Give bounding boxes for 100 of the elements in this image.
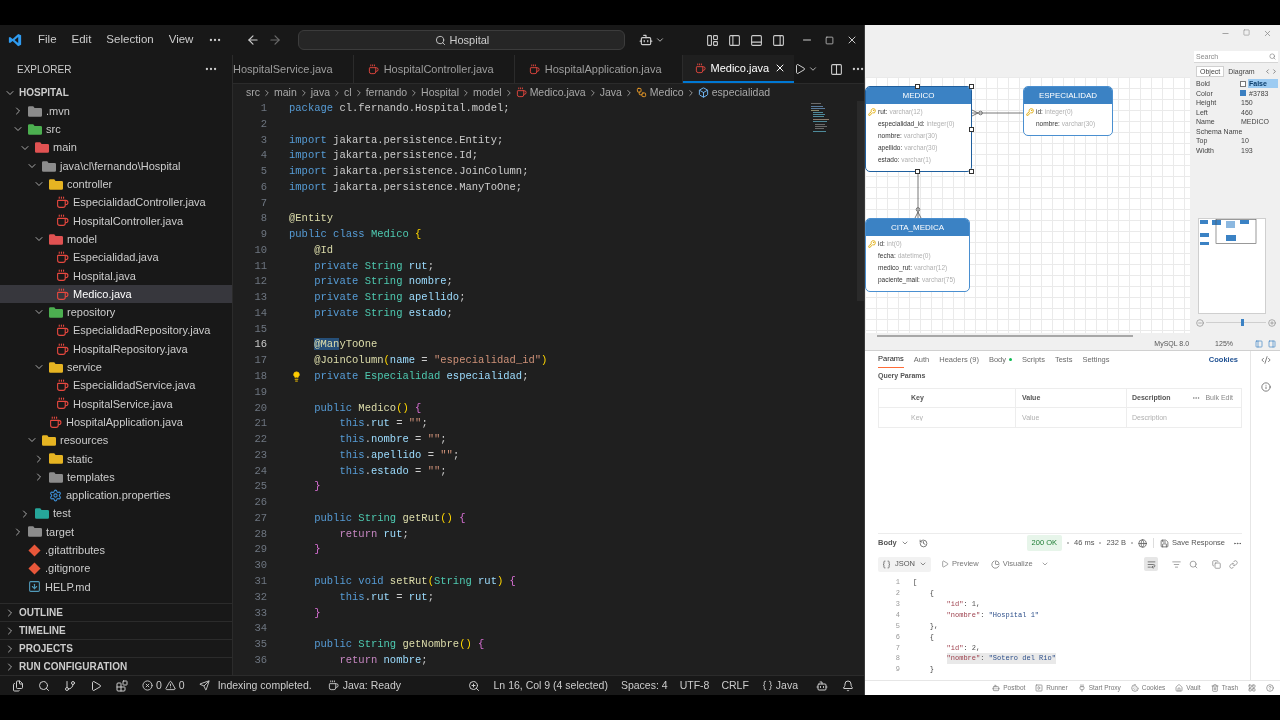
tree-item[interactable]: HospitalApplication.java [0, 413, 232, 432]
zoom-icon[interactable] [467, 679, 480, 692]
lightbulb-icon[interactable] [291, 371, 302, 382]
line-ending-setting[interactable]: CRLF [721, 677, 749, 694]
tree-item[interactable]: .gitattributes [0, 541, 232, 560]
java-status[interactable]: Java: Ready [327, 677, 402, 694]
caret-icon[interactable] [655, 35, 666, 45]
breadcrumb-item[interactable]: model [473, 84, 502, 101]
tree-item[interactable]: HospitalService.java [0, 394, 232, 414]
tree-item[interactable]: target [0, 522, 232, 542]
panel-right-icon[interactable] [772, 33, 785, 47]
encoding-setting[interactable]: UTF-8 [679, 677, 710, 694]
bell-icon[interactable] [842, 679, 854, 692]
section-header[interactable]: OUTLINE [0, 603, 232, 621]
tree-item[interactable]: application.properties [0, 486, 232, 505]
cursor-position[interactable]: Ln 16, Col 9 (4 selected) [493, 677, 608, 694]
play-icon[interactable] [90, 679, 102, 692]
scrollbar-thumb[interactable] [857, 101, 864, 301]
language-mode[interactable]: Java [761, 677, 798, 694]
code-icon[interactable] [1260, 355, 1271, 365]
word-wrap-toggle[interactable] [1144, 557, 1158, 571]
horizontal-scrollbar[interactable] [877, 334, 1133, 337]
command-center-search[interactable]: Hospital [298, 30, 626, 50]
tree-item[interactable]: HospitalController.java [0, 211, 232, 231]
tree-item[interactable]: service [0, 358, 232, 377]
blocks-icon[interactable] [116, 679, 128, 692]
tree-item[interactable]: resources [0, 431, 232, 450]
panel-bottom-icon[interactable] [750, 33, 763, 47]
back-arrow-icon[interactable] [246, 33, 261, 47]
tree-item[interactable]: Medico.java [0, 284, 232, 304]
breadcrumb-item[interactable]: Java [599, 84, 622, 101]
breadcrumb-item[interactable]: Medico [635, 84, 684, 101]
editor-tab[interactable]: Medico.java [682, 55, 795, 83]
section-header[interactable]: TIMELINE [0, 621, 232, 639]
robot-icon[interactable] [816, 679, 828, 692]
branch-icon[interactable] [64, 679, 76, 692]
tree-item[interactable]: controller [0, 175, 232, 194]
resize-handle[interactable] [915, 169, 920, 174]
checkbox[interactable] [1240, 80, 1246, 87]
line-number: 33 [254, 605, 267, 621]
tree-item[interactable]: HELP.md [0, 577, 232, 596]
zoom-slider[interactable] [1206, 319, 1266, 326]
tree-item[interactable]: repository [0, 303, 232, 322]
breadcrumb-item[interactable]: main [274, 84, 297, 101]
problems-indicator[interactable]: 0 0 [142, 677, 185, 694]
tree-item[interactable]: EspecialidadService.java [0, 376, 232, 395]
history-icon[interactable] [918, 538, 928, 548]
resize-handle[interactable] [969, 84, 974, 89]
files-icon[interactable] [12, 679, 24, 692]
menu-item[interactable]: File [38, 31, 57, 49]
section-header[interactable]: PROJECTS [0, 639, 232, 657]
app-logo-icon[interactable] [8, 33, 22, 47]
paper-plane-icon[interactable] [198, 680, 210, 691]
tree-item[interactable]: static [0, 449, 232, 468]
slider-thumb[interactable] [1240, 319, 1244, 326]
indentation-setting[interactable]: Spaces: 4 [620, 677, 668, 694]
tree-item[interactable]: java\cl\fernando\Hospital [0, 156, 232, 176]
search-icon[interactable] [38, 679, 50, 692]
breadcrumb-item[interactable]: especialidad [697, 84, 771, 101]
coffee-cup-icon [56, 196, 69, 210]
play-icon[interactable] [794, 63, 807, 75]
robot-icon[interactable] [639, 33, 654, 47]
tree-item[interactable]: model [0, 230, 232, 249]
tree-item[interactable]: Especialidad.java [0, 248, 232, 267]
section-header[interactable]: HOSPITAL [0, 83, 232, 102]
breadcrumb-item[interactable]: fernando [365, 84, 408, 101]
caret-icon[interactable] [808, 64, 819, 74]
layout-icon[interactable] [706, 33, 719, 47]
editor-tab[interactable]: HospitalService.java [233, 55, 354, 83]
breadcrumb-item[interactable]: Hospital [421, 84, 459, 101]
tree-item[interactable]: test [0, 504, 232, 523]
menu-item[interactable]: Edit [71, 31, 92, 49]
tree-item[interactable]: HospitalRepository.java [0, 339, 232, 359]
breadcrumb-item[interactable]: java [310, 84, 331, 101]
tree-item[interactable]: EspecialidadController.java [0, 193, 232, 212]
tree-item[interactable]: main [0, 138, 232, 157]
menu-item[interactable]: Selection [106, 31, 154, 49]
tree-item[interactable]: templates [0, 467, 232, 487]
editor-tab[interactable]: HospitalApplication.java [514, 55, 683, 83]
panel-left-icon[interactable] [728, 33, 741, 47]
close-icon[interactable] [846, 34, 858, 46]
code-line: public class Medico { [289, 227, 422, 243]
resize-handle[interactable] [915, 84, 920, 89]
tree-item[interactable]: src [0, 120, 232, 139]
breadcrumb-item[interactable]: src [246, 84, 260, 101]
forward-arrow-icon[interactable] [268, 33, 283, 47]
maximize-icon[interactable] [825, 35, 834, 45]
tree-item[interactable]: Hospital.java [0, 266, 232, 285]
tree-item[interactable]: .mvn [0, 102, 232, 121]
editor-tab[interactable]: HospitalController.java [353, 55, 515, 83]
tree-item[interactable]: .gitignore [0, 559, 232, 578]
grid-icon[interactable] [1248, 684, 1256, 692]
columns-icon[interactable] [830, 62, 844, 76]
menu-item[interactable]: View [168, 31, 194, 49]
tree-item[interactable]: EspecialidadRepository.java [0, 321, 232, 340]
globe-icon[interactable] [1138, 538, 1148, 548]
resize-handle[interactable] [969, 169, 974, 174]
breadcrumb-item[interactable]: Medico.java [515, 84, 586, 101]
breadcrumb-item[interactable]: cl [344, 84, 352, 101]
resize-handle[interactable] [969, 127, 974, 132]
